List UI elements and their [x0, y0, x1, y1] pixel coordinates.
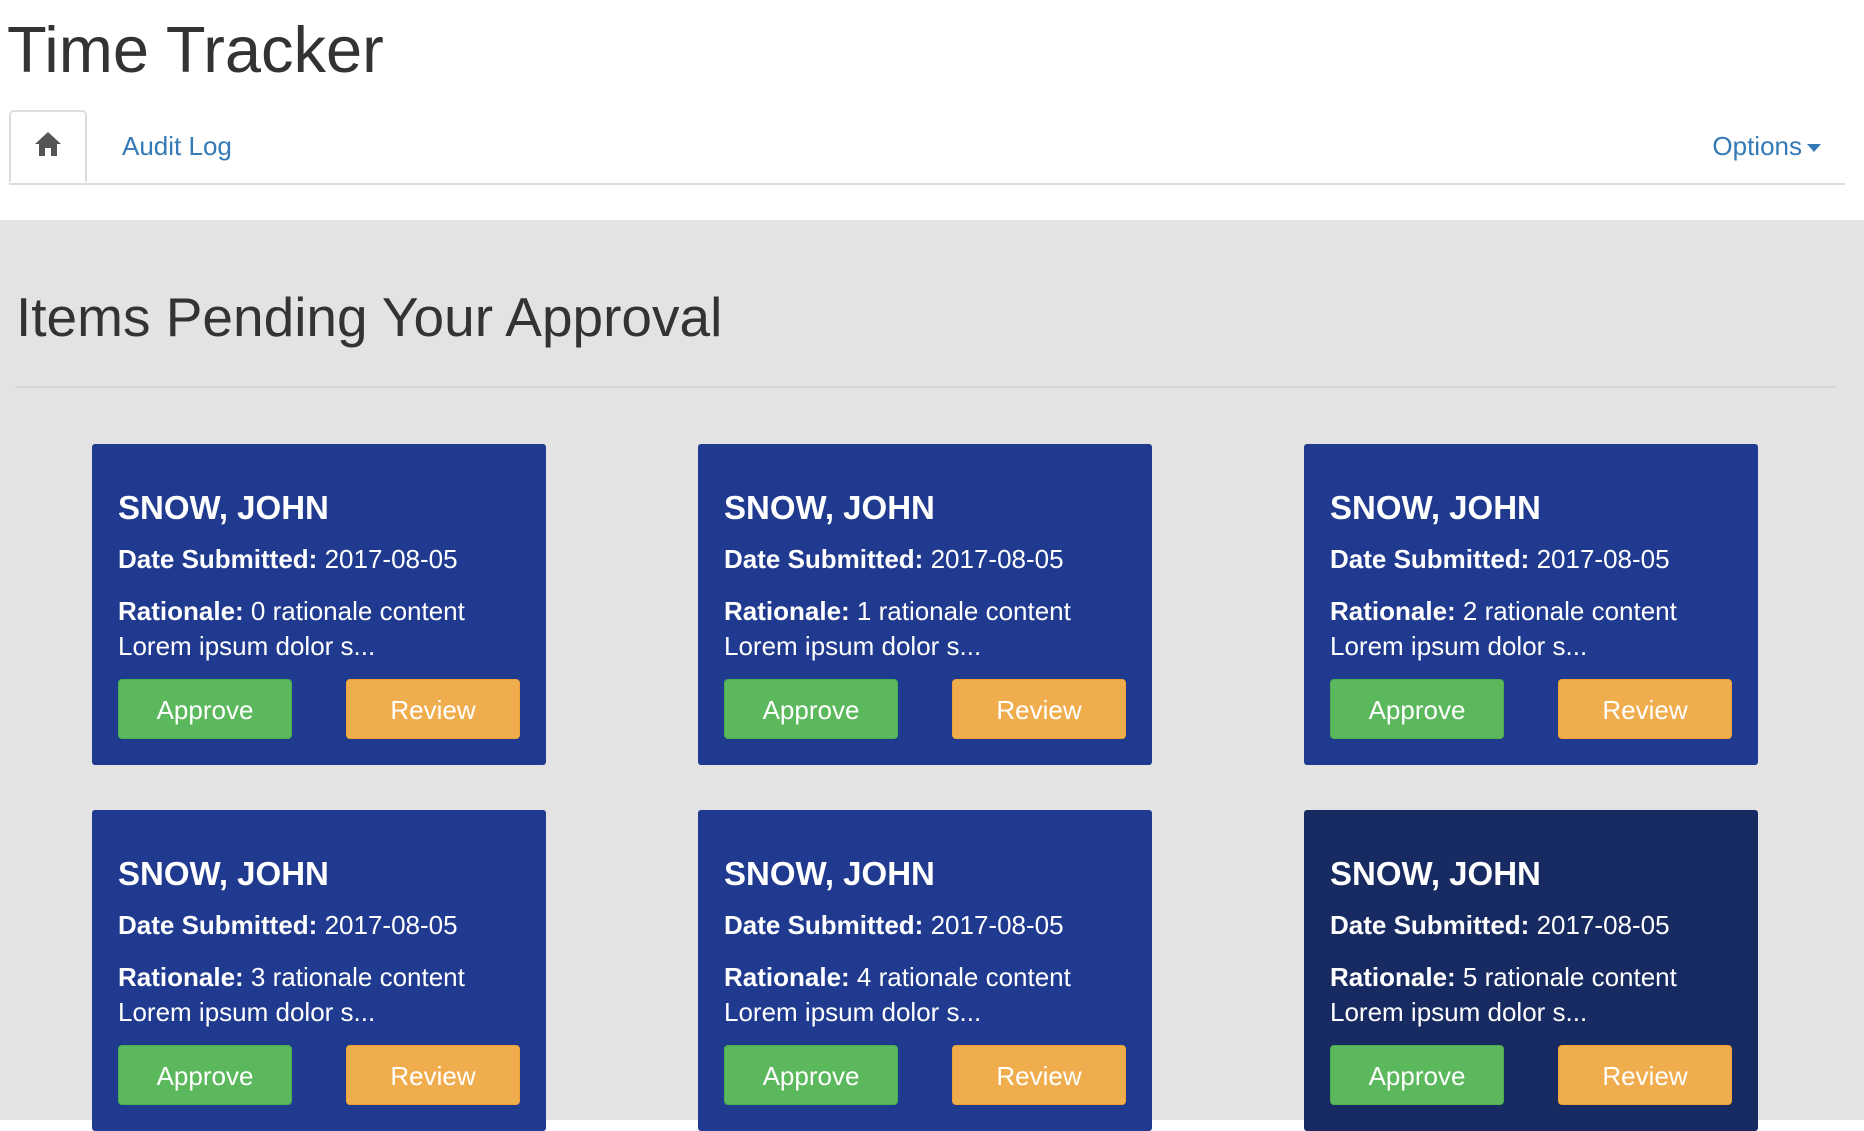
card-employee-name: SNOW, JOHN [118, 489, 329, 526]
review-button[interactable]: Review [346, 1045, 520, 1105]
card-rationale-preview: Lorem ipsum dolor s... [1330, 997, 1588, 1027]
rationale-label: Rationale: [1330, 596, 1456, 626]
tab-audit-log[interactable]: Audit Log [122, 128, 232, 164]
date-label: Date Submitted: [1330, 544, 1530, 574]
card-rationale: Rationale: 2 rationale content [1330, 594, 1677, 629]
card-rationale-preview: Lorem ipsum dolor s... [724, 631, 982, 661]
review-button[interactable]: Review [1558, 1045, 1732, 1105]
approve-button[interactable]: Approve [118, 1045, 292, 1105]
card-date-submitted: Date Submitted: 2017-08-05 [724, 542, 1064, 577]
card-rationale: Rationale: 5 rationale content [1330, 960, 1677, 995]
date-label: Date Submitted: [118, 544, 318, 574]
approval-card: SNOW, JOHN Date Submitted: 2017-08-05 Ra… [92, 444, 546, 765]
app-header: Time Tracker Audit Log Options [0, 0, 1864, 220]
card-date-submitted: Date Submitted: 2017-08-05 [118, 542, 458, 577]
caret-down-icon [1807, 144, 1821, 153]
main-content: Items Pending Your Approval SNOW, JOHN D… [0, 220, 1864, 1131]
approval-card: SNOW, JOHN Date Submitted: 2017-08-05 Ra… [92, 810, 546, 1131]
date-label: Date Submitted: [118, 910, 318, 940]
approval-card: SNOW, JOHN Date Submitted: 2017-08-05 Ra… [1304, 444, 1758, 765]
date-value: 2017-08-05 [930, 910, 1064, 940]
card-rationale-preview: Lorem ipsum dolor s... [724, 997, 982, 1027]
card-rationale: Rationale: 4 rationale content [724, 960, 1071, 995]
rationale-label: Rationale: [724, 962, 850, 992]
approve-button[interactable]: Approve [118, 679, 292, 739]
card-employee-name: SNOW, JOHN [1330, 489, 1541, 526]
approval-card: SNOW, JOHN Date Submitted: 2017-08-05 Ra… [698, 810, 1152, 1131]
rationale-label: Rationale: [724, 596, 850, 626]
card-employee-name: SNOW, JOHN [724, 855, 935, 892]
approval-card: SNOW, JOHN Date Submitted: 2017-08-05 Ra… [698, 444, 1152, 765]
card-rationale: Rationale: 1 rationale content [724, 594, 1071, 629]
approve-button[interactable]: Approve [724, 679, 898, 739]
divider [15, 386, 1836, 388]
rationale-value: 1 rationale content [856, 596, 1071, 626]
card-date-submitted: Date Submitted: 2017-08-05 [118, 908, 458, 943]
date-value: 2017-08-05 [1536, 544, 1670, 574]
rationale-value: 5 rationale content [1462, 962, 1677, 992]
date-label: Date Submitted: [724, 544, 924, 574]
home-icon [34, 131, 62, 162]
card-employee-name: SNOW, JOHN [118, 855, 329, 892]
approve-button[interactable]: Approve [1330, 679, 1504, 739]
nav-tabs: Audit Log Options [9, 110, 1845, 185]
options-dropdown[interactable]: Options [1712, 128, 1821, 164]
date-value: 2017-08-05 [930, 544, 1064, 574]
date-value: 2017-08-05 [1536, 910, 1670, 940]
review-button[interactable]: Review [346, 679, 520, 739]
review-button[interactable]: Review [952, 1045, 1126, 1105]
card-date-submitted: Date Submitted: 2017-08-05 [1330, 542, 1670, 577]
rationale-value: 2 rationale content [1462, 596, 1677, 626]
card-rationale: Rationale: 0 rationale content [118, 594, 465, 629]
card-employee-name: SNOW, JOHN [724, 489, 935, 526]
rationale-value: 0 rationale content [250, 596, 465, 626]
date-label: Date Submitted: [724, 910, 924, 940]
date-label: Date Submitted: [1330, 910, 1530, 940]
review-button[interactable]: Review [952, 679, 1126, 739]
approve-button[interactable]: Approve [724, 1045, 898, 1105]
rationale-value: 4 rationale content [856, 962, 1071, 992]
card-rationale-preview: Lorem ipsum dolor s... [1330, 631, 1588, 661]
page-title: Items Pending Your Approval [16, 286, 723, 348]
rationale-value: 3 rationale content [250, 962, 465, 992]
approval-card: SNOW, JOHN Date Submitted: 2017-08-05 Ra… [1304, 810, 1758, 1131]
tab-home[interactable] [9, 110, 87, 183]
rationale-label: Rationale: [1330, 962, 1456, 992]
card-rationale-preview: Lorem ipsum dolor s... [118, 997, 376, 1027]
rationale-label: Rationale: [118, 962, 244, 992]
card-date-submitted: Date Submitted: 2017-08-05 [1330, 908, 1670, 943]
app-title: Time Tracker [7, 13, 384, 86]
rationale-label: Rationale: [118, 596, 244, 626]
card-rationale: Rationale: 3 rationale content [118, 960, 465, 995]
date-value: 2017-08-05 [324, 910, 458, 940]
card-date-submitted: Date Submitted: 2017-08-05 [724, 908, 1064, 943]
options-label: Options [1712, 131, 1802, 161]
review-button[interactable]: Review [1558, 679, 1732, 739]
card-employee-name: SNOW, JOHN [1330, 855, 1541, 892]
card-rationale-preview: Lorem ipsum dolor s... [118, 631, 376, 661]
approve-button[interactable]: Approve [1330, 1045, 1504, 1105]
date-value: 2017-08-05 [324, 544, 458, 574]
